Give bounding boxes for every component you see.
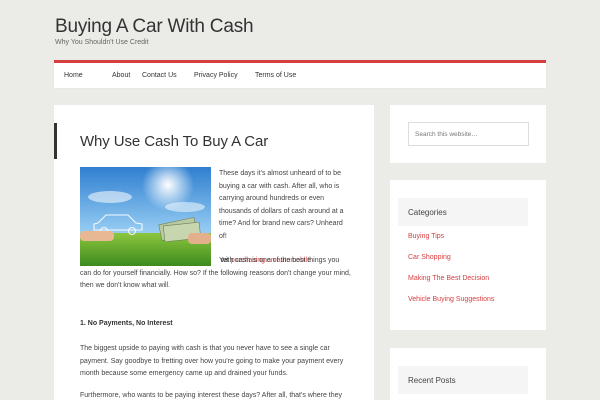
recent-posts-widget: Recent Posts: [390, 348, 546, 400]
nav-privacy-policy[interactable]: Privacy Policy: [194, 72, 255, 79]
search-widget: Search this website…: [390, 105, 546, 163]
search-input[interactable]: Search this website…: [408, 122, 529, 146]
nav-contact-us[interactable]: Contact Us: [142, 72, 194, 79]
paragraph-2-suffix: with cash is one of the best things you …: [80, 257, 351, 289]
nav-about[interactable]: About: [112, 72, 142, 79]
categories-widget: Categories Buying Tips Car Shopping Maki…: [390, 180, 546, 330]
category-link-vehicle-buying-suggestions[interactable]: Vehicle Buying Suggestions: [408, 296, 494, 317]
intro-paragraph: These days it's almost unheard of to be …: [219, 170, 344, 240]
site-description: Why You Shouldn't Use Credit: [55, 39, 149, 46]
site-header: Buying A Car With Cash Why You Shouldn't…: [55, 16, 254, 46]
site-title[interactable]: Buying A Car With Cash: [55, 16, 254, 38]
category-link-making-best-decision[interactable]: Making The Best Decision: [408, 275, 494, 296]
categories-list: Buying Tips Car Shopping Making The Best…: [408, 233, 494, 317]
heading-no-payments: 1. No Payments, No Interest: [80, 320, 173, 327]
cash-car-illustration: [80, 167, 211, 266]
featured-image: [80, 167, 211, 266]
categories-title: Categories: [398, 198, 528, 226]
entry-title[interactable]: Why Use Cash To Buy A Car: [80, 133, 268, 150]
category-link-car-shopping[interactable]: Car Shopping: [408, 254, 494, 275]
main-navigation: Home About Contact Us Privacy Policy Ter…: [54, 60, 546, 88]
paragraph-2: with cash is one of the best things you …: [80, 255, 352, 293]
category-link-buying-tips[interactable]: Buying Tips: [408, 233, 494, 254]
paragraph-3: The biggest upside to paying with cash i…: [80, 345, 344, 377]
article-content: Why Use Cash To Buy A Car These days it'…: [54, 105, 374, 400]
nav-terms-of-use[interactable]: Terms of Use: [255, 72, 305, 79]
recent-posts-title: Recent Posts: [398, 366, 528, 394]
paragraph-4: Furthermore, who wants to be paying inte…: [80, 392, 343, 399]
entry-title-bar: Why Use Cash To Buy A Car: [54, 123, 374, 159]
nav-home[interactable]: Home: [64, 72, 112, 79]
